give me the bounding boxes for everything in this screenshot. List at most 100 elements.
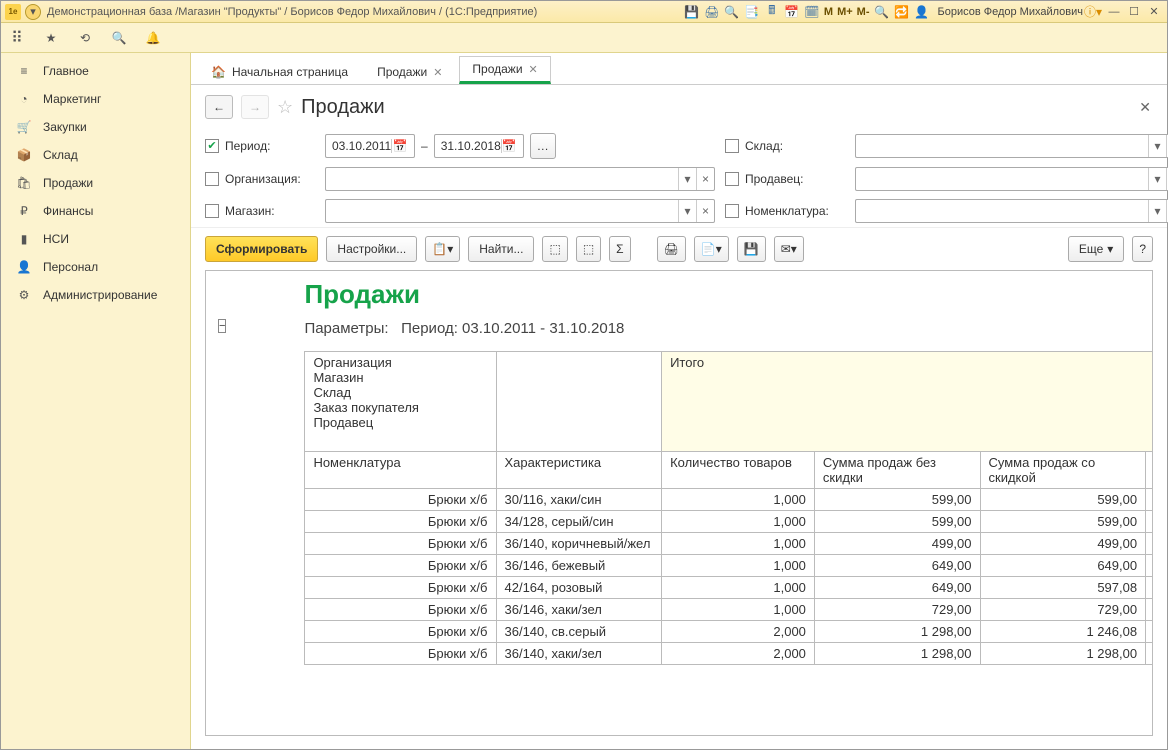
chevron-down-icon[interactable]: ▾ [678,168,696,190]
org-label[interactable]: Организация: [205,172,315,186]
memory-m[interactable]: M [822,6,835,18]
seller-checkbox[interactable] [725,172,739,186]
current-user: Борисов Федор Михайлович [937,6,1083,18]
nomen-combo[interactable]: ▾× [855,199,1168,223]
calc-icon[interactable]: 🖩 [763,3,781,21]
nav-forward-button[interactable]: → [241,95,269,119]
help-button[interactable]: ? [1132,236,1153,262]
more-button[interactable]: Еще ▾ [1068,236,1124,262]
collapse-toggle[interactable]: − [218,319,226,333]
table-row[interactable]: Брюки х/б42/164, розовый1,000649,00597,0… [305,577,1153,599]
favorites-star-icon[interactable]: ★ [41,28,61,48]
table-row[interactable]: Брюки х/б36/140, хаки/зел2,0001 298,001 … [305,643,1153,665]
nomen-label[interactable]: Номенклатура: [725,204,845,218]
seller-label[interactable]: Продавец: [725,172,845,186]
variants-button[interactable]: 📋▾ [425,236,460,262]
sidebar-item-sales[interactable]: 🛍Продажи [1,169,190,197]
sidebar-item-main[interactable]: ≡Главное [1,57,190,85]
run-report-button[interactable]: Сформировать [205,236,318,262]
maximize-button[interactable]: ☐ [1125,4,1143,20]
zoom-icon[interactable]: 🔍 [872,3,890,21]
sidebar-item-finance[interactable]: ₽Финансы [1,197,190,225]
period-more-button[interactable]: … [530,133,556,159]
favorite-star-icon[interactable]: ☆ [277,97,293,118]
warehouse-checkbox[interactable] [725,139,739,153]
close-tab-icon[interactable]: ✕ [529,63,538,76]
sidebar-label: Финансы [43,204,93,218]
memory-mplus[interactable]: M+ [835,6,855,18]
search-icon[interactable]: 🔍 [109,28,129,48]
tab-label: Продажи [377,65,427,79]
warehouse-label[interactable]: Склад: [725,139,845,153]
close-page-button[interactable]: ✕ [1139,99,1151,116]
period-label[interactable]: Период: [205,139,315,153]
sidebar-label: Продажи [43,176,93,190]
sidebar-label: Маркетинг [43,92,101,106]
save-button[interactable]: 💾 [737,236,766,262]
refresh-icon[interactable]: 🔁 [892,3,910,21]
sidebar-item-purchases[interactable]: 🛒Закупки [1,113,190,141]
chevron-down-icon[interactable]: ▾ [1148,200,1166,222]
preview-icon[interactable]: 🔍 [723,3,741,21]
collapse-button[interactable]: ⬚ [576,236,601,262]
calendar-icon[interactable]: 📅 [391,139,408,153]
settings-button[interactable]: Настройки... [326,236,417,262]
org-combo[interactable]: ▾× [325,167,715,191]
sidebar-item-nsi[interactable]: ▮НСИ [1,225,190,253]
calendar-icon[interactable]: 📅 [501,139,517,153]
period-checkbox[interactable] [205,139,219,153]
date-from-input[interactable]: 03.10.2011 📅 [325,134,415,158]
table-row[interactable]: Брюки х/б34/128, серый/син1,000599,00599… [305,511,1153,533]
sidebar-item-admin[interactable]: ⚙Администрирование [1,281,190,309]
table-row[interactable]: Брюки х/б36/140, коричневый/жел1,000499,… [305,533,1153,555]
expand-button[interactable]: ⬚ [542,236,567,262]
shop-combo[interactable]: ▾× [325,199,715,223]
sigma-button[interactable]: Σ [609,236,630,262]
sidebar-label: Главное [43,64,89,78]
tab-sales-1[interactable]: Продажи ✕ [364,59,455,84]
sidebar-item-marketing[interactable]: ◔Маркетинг [1,85,190,113]
report-area[interactable]: − Продажи Параметры: Период: 03.10.2011 … [205,270,1153,736]
tab-home[interactable]: 🏠 Начальная страница [199,60,360,84]
shop-label[interactable]: Магазин: [205,204,315,218]
date-icon[interactable]: 🗓 [803,3,821,21]
apps-grid-icon[interactable]: ⠿ [7,28,27,48]
send-button[interactable]: ✉▾ [774,236,804,262]
print-icon[interactable]: 🖨 [703,3,721,21]
print-button[interactable]: 🖨 [657,236,686,262]
main-content: 🏠 Начальная страница Продажи ✕ Продажи ✕… [191,53,1167,749]
tab-sales-2[interactable]: Продажи ✕ [459,56,550,84]
chevron-down-icon[interactable]: ▾ [1148,135,1166,157]
date-to-input[interactable]: 31.10.2018 📅 [434,134,524,158]
compare-icon[interactable]: 📑 [743,3,761,21]
table-row[interactable]: Брюки х/б36/146, бежевый1,000649,00649,0… [305,555,1153,577]
history-icon[interactable]: ⟲ [75,28,95,48]
clear-icon[interactable]: × [696,200,714,222]
export-button[interactable]: 📄▾ [694,236,729,262]
table-row[interactable]: Брюки х/б36/146, хаки/зел1,000729,00729,… [305,599,1153,621]
app-menu-dropdown[interactable]: ▾ [25,4,41,20]
close-window-button[interactable]: ✕ [1145,4,1163,20]
clear-icon[interactable]: × [696,168,714,190]
chevron-down-icon[interactable]: ▾ [1148,168,1166,190]
save-icon[interactable]: 💾 [683,3,701,21]
calendar-icon[interactable]: 📅 [783,3,801,21]
memory-mminus[interactable]: M- [855,6,872,18]
shop-checkbox[interactable] [205,204,219,218]
chevron-down-icon[interactable]: ▾ [678,200,696,222]
seller-combo[interactable]: ▾× [855,167,1168,191]
table-row[interactable]: Брюки х/б30/116, хаки/син1,000599,00599,… [305,489,1153,511]
sidebar-item-warehouse[interactable]: 📦Склад [1,141,190,169]
nav-back-button[interactable]: ← [205,95,233,119]
minimize-button[interactable]: — [1105,4,1123,20]
notifications-bell-icon[interactable]: 🔔 [143,28,163,48]
warehouse-combo[interactable]: ▾× [855,134,1168,158]
find-button[interactable]: Найти... [468,236,534,262]
close-tab-icon[interactable]: ✕ [433,66,442,79]
nomen-checkbox[interactable] [725,204,739,218]
info-icon[interactable]: ⓘ▾ [1084,3,1102,21]
org-checkbox[interactable] [205,172,219,186]
sidebar-item-personnel[interactable]: 👤Персонал [1,253,190,281]
book-icon: ▮ [15,232,33,246]
table-row[interactable]: Брюки х/б36/140, св.серый2,0001 298,001 … [305,621,1153,643]
